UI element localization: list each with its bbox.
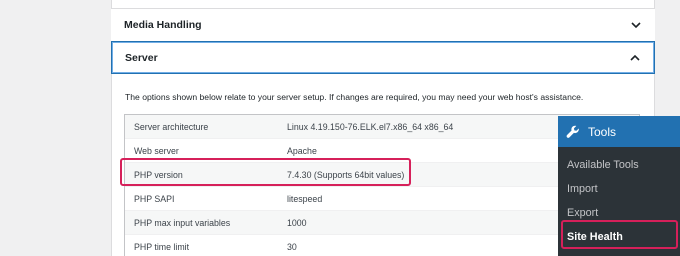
server-description: The options shown below relate to your s… xyxy=(125,92,584,102)
row-label: Web server xyxy=(134,145,179,156)
row-value: 1000 xyxy=(287,217,307,228)
php-version-highlight xyxy=(120,158,411,186)
row-label: PHP time limit xyxy=(134,241,190,252)
menu-title: Tools xyxy=(588,124,617,139)
accordion-server[interactable]: Server xyxy=(111,41,655,74)
accordion-media-handling[interactable]: Media Handling xyxy=(111,9,655,42)
wrench-icon xyxy=(566,125,579,138)
row-label: Server architecture xyxy=(134,121,209,132)
row-label: PHP SAPI xyxy=(134,193,175,204)
row-value: litespeed xyxy=(287,193,323,204)
site-health-highlight xyxy=(561,220,678,249)
accordion-title: Server xyxy=(125,51,158,64)
row-label: PHP max input variables xyxy=(134,217,231,228)
chevron-down-icon xyxy=(631,22,641,29)
row-value: Linux 4.19.150-76.ELK.el7.x86_64 x86_64 xyxy=(287,121,454,132)
submenu-available-tools[interactable]: Available Tools xyxy=(558,153,680,177)
submenu-import[interactable]: Import xyxy=(558,177,680,201)
row-value: Apache xyxy=(287,145,317,156)
accordion-title: Media Handling xyxy=(124,19,202,31)
row-value: 30 xyxy=(287,241,297,252)
chevron-up-icon xyxy=(630,54,640,61)
menu-tools[interactable]: Tools xyxy=(558,116,680,147)
